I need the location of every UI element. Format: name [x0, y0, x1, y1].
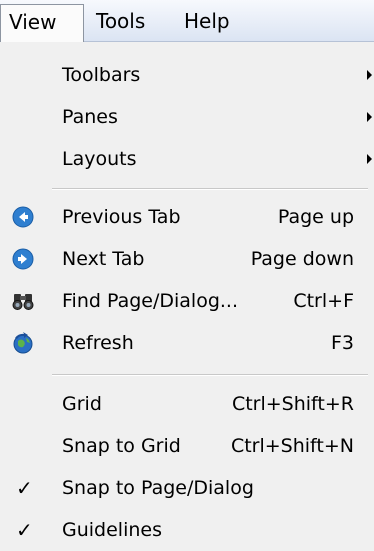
submenu-arrow-icon — [367, 112, 372, 122]
refresh-globe-icon — [13, 332, 33, 354]
menu-item-label: Guidelines — [62, 519, 162, 541]
menu-item-next-tab[interactable]: Next Tab Page down — [0, 238, 374, 280]
menu-tools[interactable]: Tools — [88, 4, 153, 38]
menu-item-shortcut: Ctrl+Shift+N — [230, 435, 354, 457]
binoculars-icon — [12, 294, 34, 310]
menu-item-label: Panes — [62, 106, 118, 128]
menu-item-label: Grid — [62, 393, 102, 415]
menu-item-snap-to-grid[interactable]: Snap to Grid Ctrl+Shift+N — [0, 425, 374, 467]
menu-item-label: Refresh — [62, 332, 134, 354]
menu-item-toolbars[interactable]: Toolbars — [0, 54, 374, 96]
menu-view-label: View — [9, 10, 57, 34]
menu-item-grid[interactable]: Grid Ctrl+Shift+R — [0, 383, 374, 425]
menu-item-label: Toolbars — [62, 64, 141, 86]
submenu-arrow-icon — [367, 154, 372, 164]
view-dropdown-menu: Toolbars Panes Layouts Previous Tab Page… — [0, 42, 374, 542]
checkmark-icon: ✓ — [16, 518, 33, 542]
menu-help[interactable]: Help — [176, 4, 238, 38]
menu-view[interactable]: View — [0, 4, 84, 42]
menu-item-shortcut: Page down — [250, 248, 354, 270]
menu-item-shortcut: Ctrl+Shift+R — [231, 393, 354, 415]
menu-item-shortcut: F3 — [330, 332, 354, 354]
menu-item-label: Snap to Grid — [62, 435, 181, 457]
menu-tools-label: Tools — [96, 9, 146, 33]
next-tab-icon — [12, 248, 34, 270]
menu-item-find-page[interactable]: Find Page/Dialog... Ctrl+F — [0, 280, 374, 322]
menu-item-layouts[interactable]: Layouts — [0, 138, 374, 180]
submenu-arrow-icon — [367, 70, 372, 80]
menu-separator — [52, 374, 368, 376]
menu-item-refresh[interactable]: Refresh F3 — [0, 322, 374, 364]
menu-item-label: Layouts — [62, 148, 137, 170]
menu-separator — [52, 188, 368, 190]
menu-item-shortcut: Page up — [277, 206, 354, 228]
menu-item-panes[interactable]: Panes — [0, 96, 374, 138]
menu-item-label: Next Tab — [62, 248, 145, 270]
menu-help-label: Help — [184, 9, 230, 33]
previous-tab-icon — [12, 206, 34, 228]
menu-bar: View Tools Help — [0, 0, 374, 42]
checkmark-icon: ✓ — [16, 476, 33, 500]
menu-item-label: Snap to Page/Dialog — [62, 477, 254, 499]
menu-item-previous-tab[interactable]: Previous Tab Page up — [0, 196, 374, 238]
menu-item-shortcut: Ctrl+F — [293, 290, 354, 312]
menu-item-snap-to-page[interactable]: ✓ Snap to Page/Dialog — [0, 467, 374, 509]
menu-item-guidelines[interactable]: ✓ Guidelines — [0, 509, 374, 551]
menu-item-label: Previous Tab — [62, 206, 181, 228]
menu-item-label: Find Page/Dialog... — [62, 290, 239, 312]
